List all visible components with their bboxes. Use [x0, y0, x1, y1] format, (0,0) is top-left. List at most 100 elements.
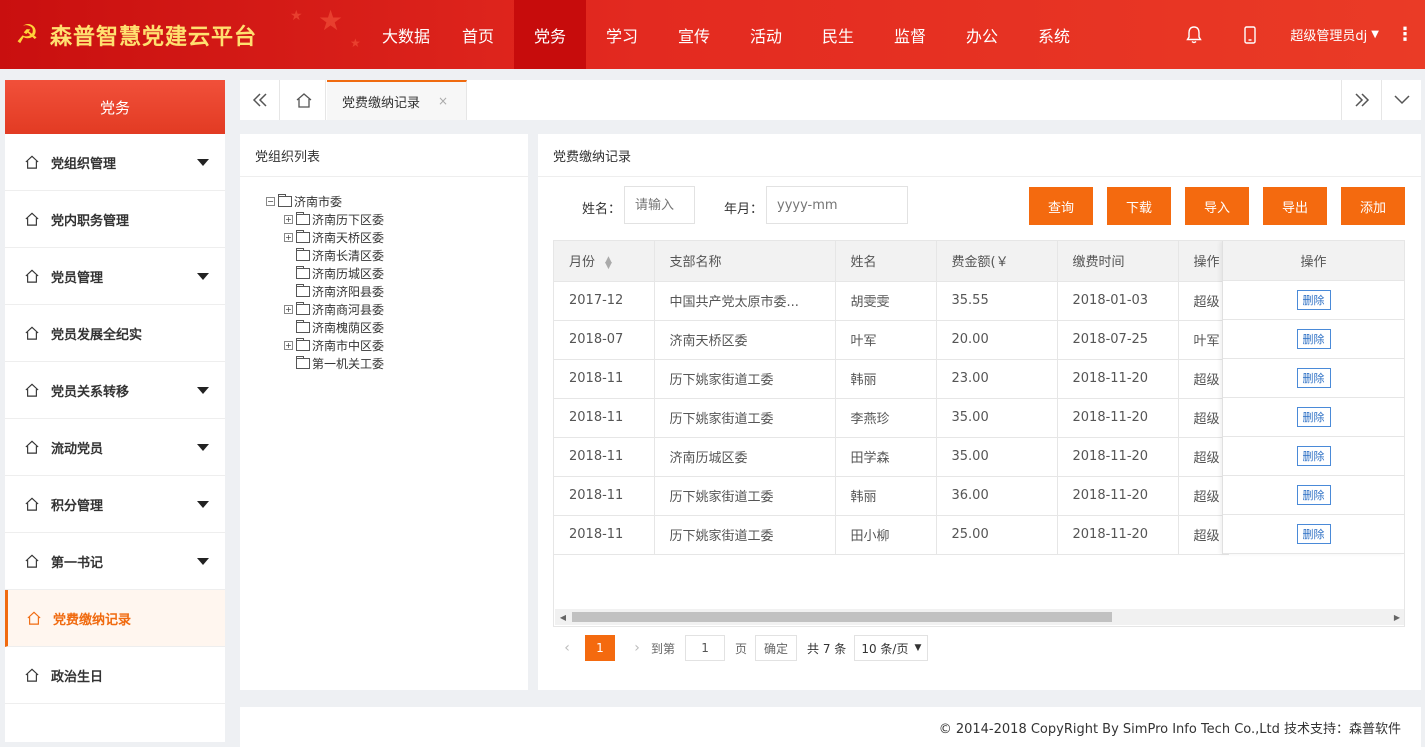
tree-node-1[interactable]: + 济南历下区委 — [266, 210, 384, 228]
column-header-0[interactable]: 月份 ▲ ▼ — [554, 241, 655, 282]
tree-node-label: 济南槐荫区委 — [312, 320, 385, 335]
home-outline-icon — [25, 554, 39, 568]
nav-item-0[interactable]: 大数据 — [370, 0, 442, 69]
sort-icon[interactable]: ▲ ▼ — [605, 255, 612, 270]
mobile-icon[interactable] — [1222, 25, 1278, 44]
delete-button[interactable]: 删除 — [1296, 329, 1331, 349]
table-cell: 韩丽 — [835, 359, 937, 399]
month-label: 年月： — [724, 202, 764, 217]
sidebar-item-9[interactable]: 政治生日 — [5, 647, 225, 704]
tree-node-9[interactable]: 第一机关工委 — [266, 354, 384, 372]
user-menu[interactable]: 超级管理员dj ▼ — [1290, 25, 1379, 44]
month-input[interactable] — [766, 186, 908, 224]
home-outline-icon — [25, 326, 39, 340]
table-cell: 2018-11-20 — [1057, 476, 1179, 516]
folder-icon — [296, 211, 310, 225]
scroll-right-icon[interactable]: ▶ — [1389, 609, 1404, 625]
sidebar-item-3[interactable]: 党员发展全纪实 — [5, 305, 225, 362]
prev-page-icon[interactable]: ‹ — [553, 634, 581, 662]
delete-button[interactable]: 删除 — [1296, 485, 1331, 505]
sidebar-item-8[interactable]: 党费缴纳记录 — [5, 590, 225, 647]
double-left-icon[interactable] — [240, 80, 280, 120]
nav-item-2[interactable]: 党务 — [514, 0, 586, 69]
import-button[interactable]: 导入 — [1185, 187, 1249, 225]
tree-node-2[interactable]: + 济南天桥区委 — [266, 228, 384, 246]
tree-toggle-icon[interactable]: + — [284, 214, 293, 224]
table-cell: 超级 — [1178, 476, 1229, 516]
horizontal-scrollbar[interactable]: ◀ ▶ — [555, 609, 1404, 625]
sidebar-item-1[interactable]: 党内职务管理 — [5, 191, 225, 248]
caret-down-icon[interactable] — [197, 387, 209, 394]
table-cell: 2018-11-20 — [1057, 398, 1179, 438]
tree-toggle-icon[interactable]: + — [284, 232, 293, 242]
scroll-left-icon[interactable]: ◀ — [555, 609, 571, 625]
confirm-page-button[interactable]: 确定 — [755, 635, 798, 661]
nav-item-4[interactable]: 宣传 — [658, 0, 730, 69]
goto-label: 到第 — [651, 641, 676, 656]
scroll-thumb[interactable] — [572, 612, 1112, 622]
delete-button[interactable]: 删除 — [1296, 524, 1331, 544]
tree-toggle-icon[interactable]: + — [284, 304, 293, 314]
operation-cell: 删除 — [1223, 359, 1404, 398]
caret-down-icon[interactable] — [197, 159, 209, 166]
chevron-down-icon[interactable] — [1381, 80, 1421, 120]
tree-node-4[interactable]: 济南历城区委 — [266, 264, 384, 282]
caret-down-icon[interactable] — [197, 273, 209, 280]
close-icon[interactable]: × — [438, 94, 448, 108]
caret-down-icon[interactable] — [197, 501, 209, 508]
name-input[interactable] — [624, 186, 695, 224]
sidebar-item-7[interactable]: 第一书记 — [5, 533, 225, 590]
delete-button[interactable]: 删除 — [1296, 446, 1331, 466]
sidebar-item-6[interactable]: 积分管理 — [5, 476, 225, 533]
sidebar-item-label: 党员发展全纪实 — [51, 327, 143, 343]
bell-icon[interactable] — [1166, 25, 1222, 44]
sidebar-item-label: 党员关系转移 — [51, 384, 130, 400]
nav-item-1[interactable]: 首页 — [442, 0, 514, 69]
nav-item-3[interactable]: 学习 — [586, 0, 658, 69]
nav-item-7[interactable]: 监督 — [874, 0, 946, 69]
delete-button[interactable]: 删除 — [1296, 290, 1331, 310]
current-page[interactable]: 1 — [585, 635, 615, 661]
more-vertical-icon[interactable]: ⋮ — [1385, 24, 1425, 45]
org-tree: − 济南市委 + 济南历下区委 + 济南天桥区委 济南长清区委 济南历城区委 济南济阳县委 + 济南… — [266, 192, 384, 372]
sidebar-item-2[interactable]: 党员管理 — [5, 248, 225, 305]
nav-item-5[interactable]: 活动 — [730, 0, 802, 69]
name-label: 姓名： — [582, 202, 622, 217]
caret-down-icon[interactable] — [197, 444, 209, 451]
tree-node-8[interactable]: + 济南市中区委 — [266, 336, 384, 354]
nav-item-9[interactable]: 系统 — [1018, 0, 1090, 69]
home-icon[interactable] — [282, 80, 326, 120]
sidebar-item-5[interactable]: 流动党员 — [5, 419, 225, 476]
query-button[interactable]: 查询 — [1029, 187, 1093, 225]
tree-toggle-icon[interactable]: + — [284, 340, 293, 350]
sidebar-item-4[interactable]: 党员关系转移 — [5, 362, 225, 419]
dues-panel: 党费缴纳记录 姓名： 年月： 查询 下载 导入 导出 添加 月份 ▲▼ 支部名称 姓名… — [538, 134, 1421, 690]
nav-item-6[interactable]: 民生 — [802, 0, 874, 69]
sidebar-item-0[interactable]: 党组织管理 — [5, 134, 225, 191]
sidebar-item-label: 党员管理 — [51, 270, 104, 286]
export-button[interactable]: 导出 — [1263, 187, 1327, 225]
table-cell: 2018-11 — [554, 437, 655, 477]
caret-down-icon[interactable] — [197, 558, 209, 565]
nav-item-8[interactable]: 办公 — [946, 0, 1018, 69]
next-page-icon[interactable]: › — [623, 634, 651, 662]
tree-node-0[interactable]: − 济南市委 — [266, 192, 384, 210]
page-number-input[interactable] — [685, 635, 726, 661]
page-size-select[interactable]: 10 条/页 ▼ — [854, 635, 929, 661]
download-button[interactable]: 下载 — [1107, 187, 1171, 225]
delete-button[interactable]: 删除 — [1296, 407, 1331, 427]
tree-node-label: 济南长清区委 — [312, 248, 385, 263]
tab-dues-records[interactable]: 党费缴纳记录 × — [327, 80, 467, 120]
double-right-icon[interactable] — [1341, 80, 1381, 120]
tree-node-5[interactable]: 济南济阳县委 — [266, 282, 384, 300]
tree-node-label: 济南历城区委 — [312, 266, 385, 281]
tree-node-6[interactable]: + 济南商河县委 — [266, 300, 384, 318]
tree-node-7[interactable]: 济南槐荫区委 — [266, 318, 384, 336]
column-header-3: 费金额(￥ — [936, 241, 1058, 282]
add-button[interactable]: 添加 — [1341, 187, 1405, 225]
logo[interactable]: ☭ 森普智慧党建云平台 — [10, 16, 257, 54]
delete-button[interactable]: 删除 — [1296, 368, 1331, 388]
tree-toggle-icon[interactable]: − — [266, 196, 275, 206]
tree-node-3[interactable]: 济南长清区委 — [266, 246, 384, 264]
copyright-text: © 2014-2018 CopyRight By SimPro Info Tec… — [938, 721, 1401, 737]
